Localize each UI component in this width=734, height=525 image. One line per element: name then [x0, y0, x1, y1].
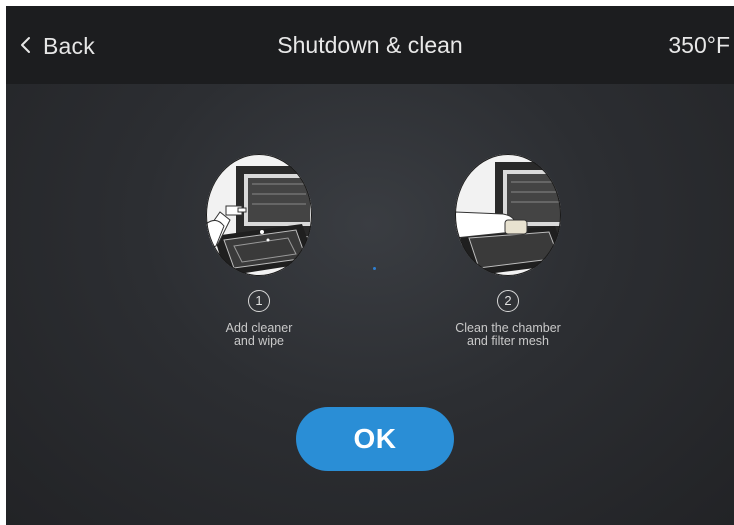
- step-number-2: 2: [497, 290, 519, 312]
- step-2: 2 Clean the chamber and filter mesh: [423, 154, 593, 348]
- step-1: 1 Add cleaner and wipe: [174, 154, 344, 348]
- step-number-1: 1: [248, 290, 270, 312]
- page-title: Shutdown & clean: [277, 32, 463, 58]
- step-1-caption-line2: and wipe: [233, 334, 285, 348]
- wipe-chamber-illustration: [455, 154, 561, 276]
- ok-button[interactable]: OK: [296, 407, 454, 471]
- step-1-caption: Add cleaner and wipe: [174, 322, 344, 348]
- header-bar: Back Shutdown & clean 350°F: [6, 6, 734, 84]
- spray-cleaner-illustration: [206, 154, 312, 276]
- step-2-caption: Clean the chamber and filter mesh: [423, 322, 593, 348]
- screen: Back Shutdown & clean 350°F 1 Add cleane…: [6, 6, 734, 525]
- page-indicator-dot: [373, 267, 376, 270]
- step-2-caption-line2: and filter mesh: [467, 334, 549, 348]
- temperature-readout: 350°F: [668, 32, 730, 58]
